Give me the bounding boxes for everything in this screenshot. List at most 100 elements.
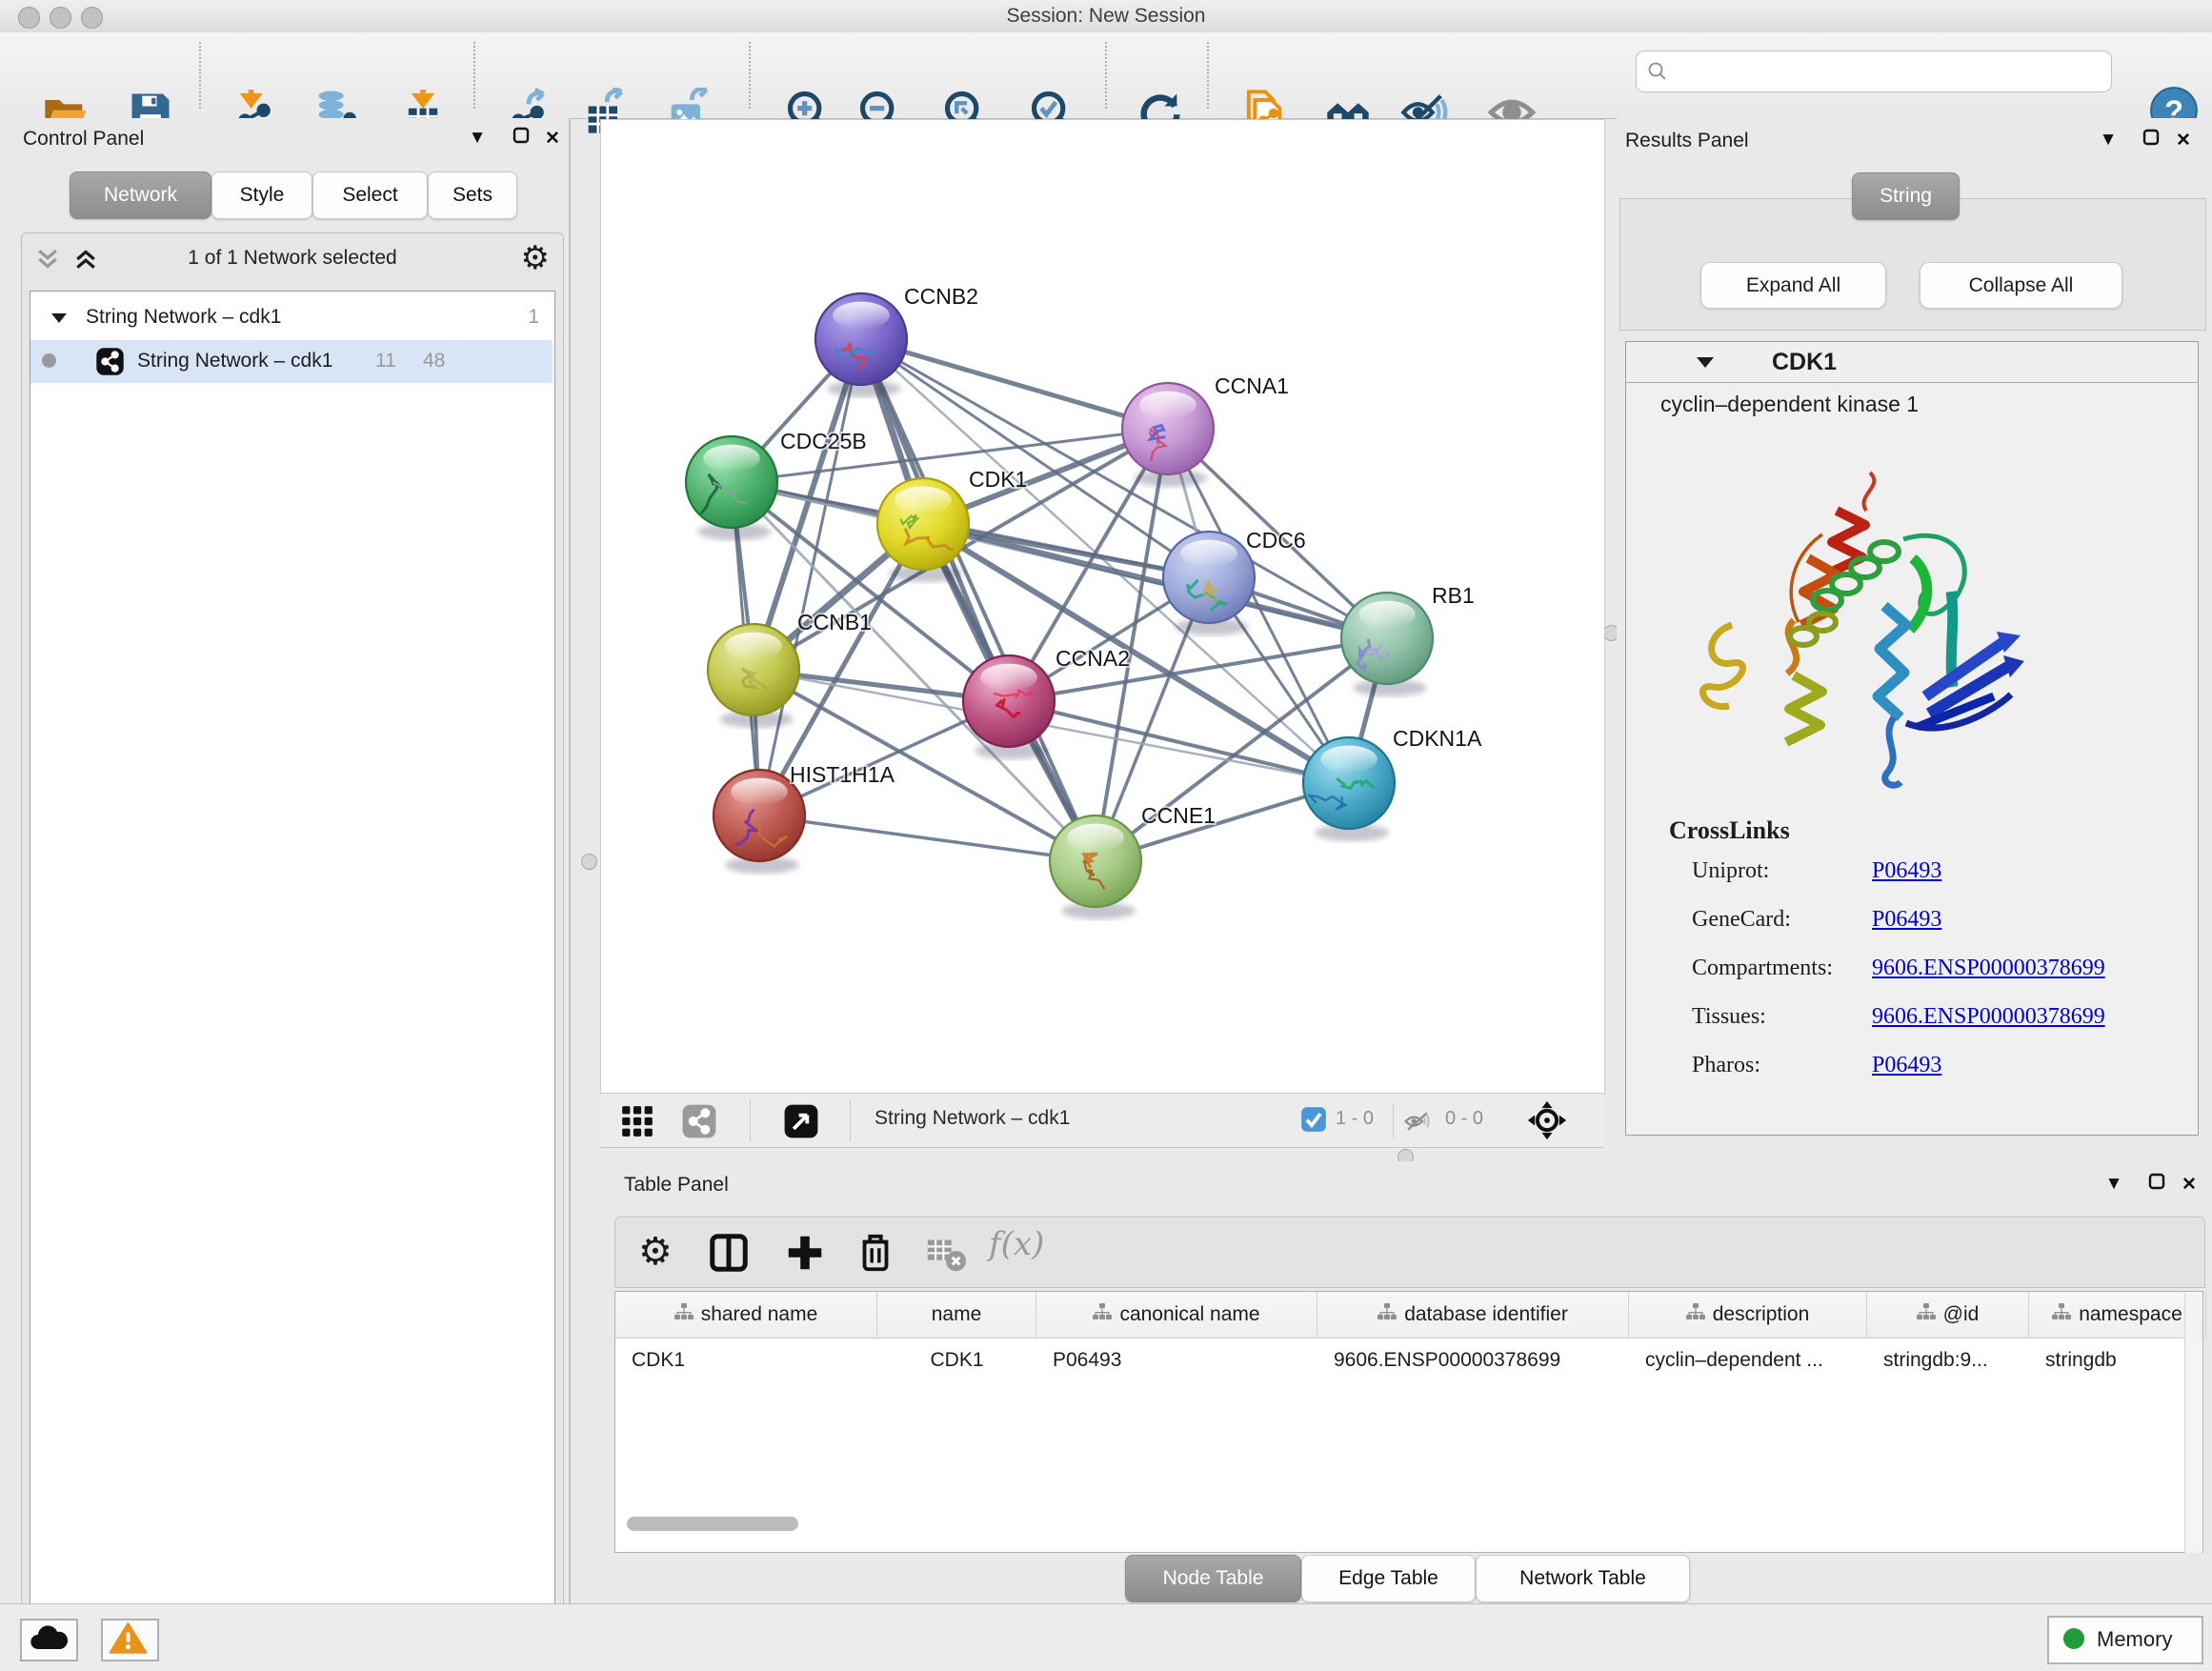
column-header-canonical-name[interactable]: canonical name [1036, 1292, 1317, 1338]
memory-button[interactable]: Memory [2047, 1616, 2203, 1664]
table-horizontal-scrollbar[interactable] [627, 1517, 798, 1531]
column-header-namespace[interactable]: namespace [2029, 1292, 2206, 1338]
node-table: shared namenamecanonical namedatabase id… [614, 1291, 2203, 1553]
gene-header-row[interactable]: CDK1 [1626, 342, 2198, 383]
column-header-description[interactable]: description [1629, 1292, 1867, 1338]
edge-count: 48 [423, 350, 445, 372]
crosslink-link[interactable]: P06493 [1872, 1053, 1941, 1078]
selected-checkbox-icon[interactable] [1300, 1106, 1327, 1133]
tab-edge-table[interactable]: Edge Table [1301, 1555, 1476, 1602]
warning-status-button[interactable] [101, 1619, 159, 1661]
tab-select[interactable]: Select [312, 171, 428, 219]
grid-view-icon[interactable] [619, 1103, 655, 1139]
tab-sets[interactable]: Sets [428, 171, 517, 219]
left-splitter-handle[interactable] [581, 854, 597, 870]
node-label-CDC25B: CDC25B [780, 429, 867, 453]
hidden-eye-slash-icon[interactable] [1403, 1107, 1432, 1134]
delete-table-icon[interactable] [924, 1231, 968, 1275]
birds-eye-view-icon[interactable] [1526, 1099, 1568, 1141]
toolbar-separator [1393, 1103, 1394, 1137]
collapse-panel-icon[interactable]: ▼ [2096, 130, 2121, 154]
collection-expander-icon[interactable] [50, 309, 69, 332]
warning-icon [103, 1621, 153, 1656]
tab-network[interactable]: Network [70, 171, 211, 219]
network-list-box: 1 of 1 Network selected ⚙ String Network… [21, 232, 564, 1671]
tab-string[interactable]: String [1852, 172, 1960, 220]
edge-CCNA2-CDKN1A [1009, 701, 1349, 783]
network-thumbnail-icon[interactable] [681, 1103, 717, 1139]
table-vertical-scrollbar[interactable] [2184, 1293, 2202, 1553]
node-gloss [1358, 601, 1416, 629]
tab-style[interactable]: Style [211, 171, 312, 219]
crosslink-link[interactable]: P06493 [1872, 858, 1941, 884]
node-gloss [731, 778, 788, 806]
column-header-database-identifier[interactable]: database identifier [1317, 1292, 1629, 1338]
edge-CCNB2-CCNA1 [861, 339, 1168, 429]
node-label-CCNA2: CCNA2 [1056, 646, 1130, 671]
memory-label: Memory [2097, 1627, 2172, 1652]
node-gloss [1320, 746, 1377, 774]
network-collection-row[interactable]: String Network – cdk1 1 [30, 297, 553, 340]
float-panel-icon[interactable] [2144, 1172, 2169, 1197]
network-view-canvas[interactable]: CCNB2CCNA1CDC25BCDK1CDC6RB1CCNB1CCNA2CDK… [600, 119, 1605, 1095]
column-header-shared-name[interactable]: shared name [615, 1292, 877, 1338]
table-cell[interactable]: stringdb [2029, 1349, 2206, 1372]
selected-node-edge-counts: 1 - 0 [1336, 1108, 1374, 1130]
network-graph[interactable]: CCNB2CCNA1CDC25BCDK1CDC6RB1CCNB1CCNA2CDK… [601, 120, 1604, 1094]
node-label-HIST1H1A: HIST1H1A [790, 762, 895, 787]
delete-column-icon[interactable] [854, 1231, 897, 1275]
crosslink-link[interactable]: 9606.ENSP00000378699 [1872, 956, 2105, 981]
window-title: Session: New Session [0, 5, 2212, 28]
tab-node-table[interactable]: Node Table [1125, 1555, 1301, 1602]
title-bar: Session: New Session [0, 0, 2212, 33]
toolbar-separator [1105, 42, 1107, 109]
column-type-icon [1686, 1303, 1705, 1326]
column-header--id[interactable]: @id [1867, 1292, 2029, 1338]
node-label-CDKN1A: CDKN1A [1393, 726, 1482, 751]
gene-expander-icon[interactable] [1695, 354, 1716, 375]
network-row-selected[interactable]: String Network – cdk1 11 48 [30, 340, 553, 383]
table-cell[interactable]: 9606.ENSP00000378699 [1317, 1349, 1629, 1372]
close-panel-icon[interactable]: ✕ [2177, 1174, 2202, 1198]
crosslink-link[interactable]: 9606.ENSP00000378699 [1872, 1004, 2105, 1030]
network-status-dot-icon [42, 353, 56, 368]
table-panel: Table Panel ▼ ✕ ⚙ f(x) shared namenameca… [600, 1161, 2212, 1603]
cloud-icon [22, 1621, 72, 1656]
node-gloss [895, 487, 952, 514]
float-panel-icon[interactable] [509, 126, 533, 151]
collapse-all-button[interactable]: Collapse All [1920, 262, 2122, 309]
collapse-panel-icon[interactable]: ▼ [2101, 1174, 2126, 1198]
expand-all-button[interactable]: Expand All [1700, 262, 1886, 309]
table-type-tabs: Node TableEdge TableNetwork Table [1125, 1555, 1690, 1602]
function-builder-button[interactable]: f(x) [989, 1225, 1061, 1269]
collection-count: 1 [528, 306, 539, 329]
memory-status-dot-icon [2063, 1628, 2084, 1649]
create-column-icon[interactable] [783, 1231, 827, 1275]
node-gloss [1067, 824, 1124, 852]
table-cell[interactable]: CDK1 [877, 1349, 1036, 1372]
crosslink-link[interactable]: P06493 [1872, 907, 1941, 933]
detach-view-icon[interactable] [783, 1103, 819, 1139]
close-panel-icon[interactable]: ✕ [540, 128, 565, 152]
tab-network-table[interactable]: Network Table [1476, 1555, 1690, 1602]
crosslink-label: Uniprot: [1692, 858, 1769, 884]
collapse-panel-icon[interactable]: ▼ [465, 128, 490, 152]
network-options-gear-icon[interactable]: ⚙ [521, 239, 550, 277]
cloud-status-button[interactable] [20, 1619, 78, 1661]
node-label-CCNA1: CCNA1 [1215, 373, 1289, 398]
control-panel-title: Control Panel [23, 128, 144, 151]
float-panel-icon[interactable] [2139, 128, 2163, 152]
table-header-row: shared namenamecanonical namedatabase id… [615, 1292, 2202, 1339]
table-options-gear-icon[interactable]: ⚙ [638, 1231, 682, 1275]
table-cell[interactable]: stringdb:9... [1867, 1349, 2029, 1372]
search-input[interactable] [1679, 54, 2101, 89]
crosslinks-heading: CrossLinks [1669, 816, 2183, 845]
table-cell[interactable]: CDK1 [615, 1349, 877, 1372]
close-panel-icon[interactable]: ✕ [2171, 130, 2196, 154]
table-cell[interactable]: P06493 [1036, 1349, 1317, 1372]
show-columns-icon[interactable] [707, 1231, 751, 1275]
column-header-name[interactable]: name [877, 1292, 1036, 1338]
table-row[interactable]: CDK1CDK1P064939606.ENSP00000378699cyclin… [615, 1339, 2202, 1381]
table-cell[interactable]: cyclin–dependent ... [1629, 1349, 1867, 1372]
table-toolbar: ⚙ f(x) [614, 1217, 2205, 1288]
